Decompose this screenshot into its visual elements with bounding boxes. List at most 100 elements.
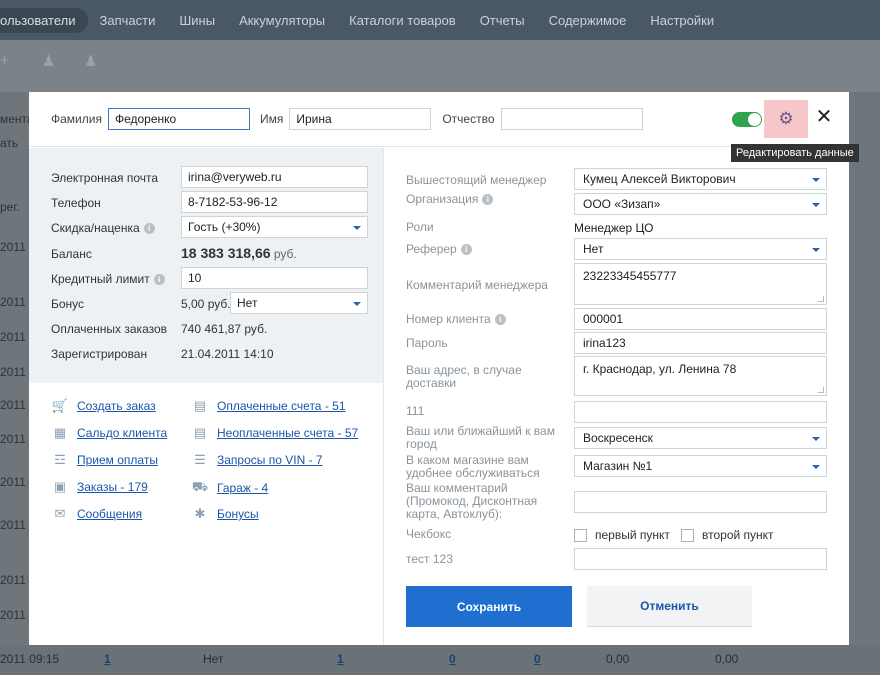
add-user-icon[interactable]: + xyxy=(0,52,9,69)
close-button[interactable]: ✕ xyxy=(815,104,833,128)
bonus-select-value: Нет xyxy=(237,296,258,310)
bg-cell: Нет xyxy=(203,652,224,666)
client-number-input[interactable]: 000001 xyxy=(574,308,827,330)
background-toolbar: + ♟ ♟ xyxy=(0,40,880,92)
chevron-down-icon xyxy=(812,437,820,441)
store-select[interactable]: Магазин №1 xyxy=(574,455,827,477)
bg-cell-link[interactable]: 0 xyxy=(534,652,541,666)
org-select[interactable]: ООО «Зизап» xyxy=(574,193,827,215)
payment-receive-link[interactable]: ☲ Прием оплаты xyxy=(51,452,158,468)
bg-label: 2011 xyxy=(0,518,26,532)
discount-value: Гость (+30%) xyxy=(188,220,261,234)
registered-label: Зарегистрирован xyxy=(51,347,148,361)
first-name-input[interactable]: Ирина xyxy=(289,108,432,130)
discount-select[interactable]: Гость (+30%) xyxy=(181,216,368,238)
manager-comment-value: 23223345455777 xyxy=(583,269,677,283)
nav-reports[interactable]: Отчеты xyxy=(468,13,537,28)
nav-content[interactable]: Содержимое xyxy=(537,13,639,28)
top-navigation: ользователи Запчасти Шины Аккумуляторы К… xyxy=(0,0,880,40)
resize-handle[interactable] xyxy=(818,387,824,393)
document-icon: ▤ xyxy=(193,398,207,413)
chevron-down-icon xyxy=(353,302,361,306)
bonuses-link[interactable]: ✱ Бонусы xyxy=(191,506,259,522)
discount-label: Скидка/наценка xyxy=(51,221,140,235)
address-value: г. Краснодар, ул. Ленина 78 xyxy=(583,362,737,376)
paid-invoices-link[interactable]: ▤ Оплаченные счета - 51 xyxy=(191,398,346,414)
nav-tires[interactable]: Шины xyxy=(167,13,227,28)
discount-label-row: Скидка/наценка i xyxy=(51,221,155,235)
cancel-button[interactable]: Отменить xyxy=(587,586,752,627)
nav-catalogs[interactable]: Каталоги товаров xyxy=(337,13,468,28)
patronymic-label: Отчество xyxy=(442,112,495,126)
bg-cell-link[interactable]: 1 xyxy=(337,652,344,666)
background-table-row xyxy=(0,645,880,675)
registered-value: 21.04.2011 14:10 xyxy=(181,347,274,361)
phone-input[interactable]: 8-7182-53-96-12 xyxy=(181,191,368,213)
patronymic-input[interactable] xyxy=(500,108,643,130)
nav-settings[interactable]: Настройки xyxy=(638,13,726,28)
balance-value: 18 383 318,66 xyxy=(181,245,271,261)
your-comment-input[interactable] xyxy=(574,491,827,513)
referrer-value: Нет xyxy=(583,242,604,256)
balance-row: 18 383 318,66 руб. xyxy=(181,245,297,261)
referrer-label: Реферер xyxy=(406,242,457,256)
edit-settings-button[interactable]: ⚙ xyxy=(764,100,808,138)
manager-value: Кумец Алексей Викторович xyxy=(583,172,736,186)
orders-text: Заказы - 179 xyxy=(77,480,148,494)
unpaid-invoices-text: Неоплаченные счета - 57 xyxy=(217,426,359,440)
test-input[interactable] xyxy=(574,548,827,570)
bg-cell: 0,00 xyxy=(606,652,630,666)
bg-label: 2011 xyxy=(0,330,26,344)
resize-handle[interactable] xyxy=(818,296,824,302)
referrer-select[interactable]: Нет xyxy=(574,238,827,260)
orders-link[interactable]: ▣ Заказы - 179 xyxy=(51,479,148,495)
field-111-input[interactable] xyxy=(574,401,827,423)
info-icon[interactable]: i xyxy=(153,274,165,286)
info-icon[interactable]: i xyxy=(482,194,494,206)
email-input[interactable]: irina@veryweb.ru xyxy=(181,166,368,188)
manager-select[interactable]: Кумец Алексей Викторович xyxy=(574,168,827,190)
document-icon: ▤ xyxy=(193,425,207,440)
bg-cell-link[interactable]: 1 xyxy=(104,652,111,666)
user-icon[interactable]: ♟ xyxy=(42,52,55,70)
edit-user-modal: Фамилия Федоренко Имя Ирина Отчество ⚙ ✕… xyxy=(29,92,859,645)
nav-batteries[interactable]: Аккумуляторы xyxy=(227,13,337,28)
unpaid-invoices-link[interactable]: ▤ Неоплаченные счета - 57 xyxy=(191,425,358,441)
chevron-down-icon xyxy=(353,226,361,230)
info-icon[interactable]: i xyxy=(143,223,155,235)
garage-link[interactable]: ⛟ Гараж - 4 xyxy=(191,479,268,497)
checkbox-option-2-label: второй пункт xyxy=(702,528,774,542)
checkbox[interactable] xyxy=(681,528,694,542)
info-icon[interactable]: i xyxy=(494,314,506,326)
vin-requests-link[interactable]: ☰ Запросы по VIN - 7 xyxy=(191,452,322,468)
bg-cell-link[interactable]: 0 xyxy=(449,652,456,666)
credit-label: Кредитный лимит xyxy=(51,272,150,286)
save-button[interactable]: Сохранить xyxy=(406,586,572,627)
checkbox-option-1[interactable]: первый пункт xyxy=(574,528,670,542)
client-saldo-text: Сальдо клиента xyxy=(77,426,168,440)
active-toggle[interactable] xyxy=(732,112,762,127)
garage-text: Гараж - 4 xyxy=(217,481,269,495)
address-textarea[interactable]: г. Краснодар, ул. Ленина 78 xyxy=(574,356,827,396)
last-name-input[interactable]: Федоренко xyxy=(107,108,250,130)
manager-comment-label: Комментарий менеджера xyxy=(406,278,548,292)
bg-label: рег. xyxy=(0,200,20,214)
nav-parts[interactable]: Запчасти xyxy=(88,13,168,28)
info-icon[interactable]: i xyxy=(460,244,472,256)
checkbox-option-2[interactable]: второй пункт xyxy=(681,528,774,542)
panel-divider xyxy=(383,148,384,645)
bonus-select[interactable]: Нет xyxy=(230,292,368,314)
referrer-label-row: Реферер i xyxy=(406,243,472,256)
last-name-label: Фамилия xyxy=(51,112,102,126)
user-settings-icon[interactable]: ♟ xyxy=(84,52,97,70)
manager-comment-textarea[interactable]: 23223345455777 xyxy=(574,263,827,305)
city-select[interactable]: Воскресенск xyxy=(574,427,827,449)
password-input[interactable]: irina123 xyxy=(574,332,827,354)
create-order-link[interactable]: 🛒 Создать заказ xyxy=(51,398,156,414)
checkbox[interactable] xyxy=(574,528,587,542)
credit-limit-input[interactable]: 10 xyxy=(181,267,368,289)
client-saldo-link[interactable]: ▦ Сальдо клиента xyxy=(51,425,167,441)
nav-users[interactable]: ользователи xyxy=(0,7,88,33)
messages-link[interactable]: ✉ Сообщения xyxy=(51,506,143,522)
toggle-knob xyxy=(748,113,761,126)
